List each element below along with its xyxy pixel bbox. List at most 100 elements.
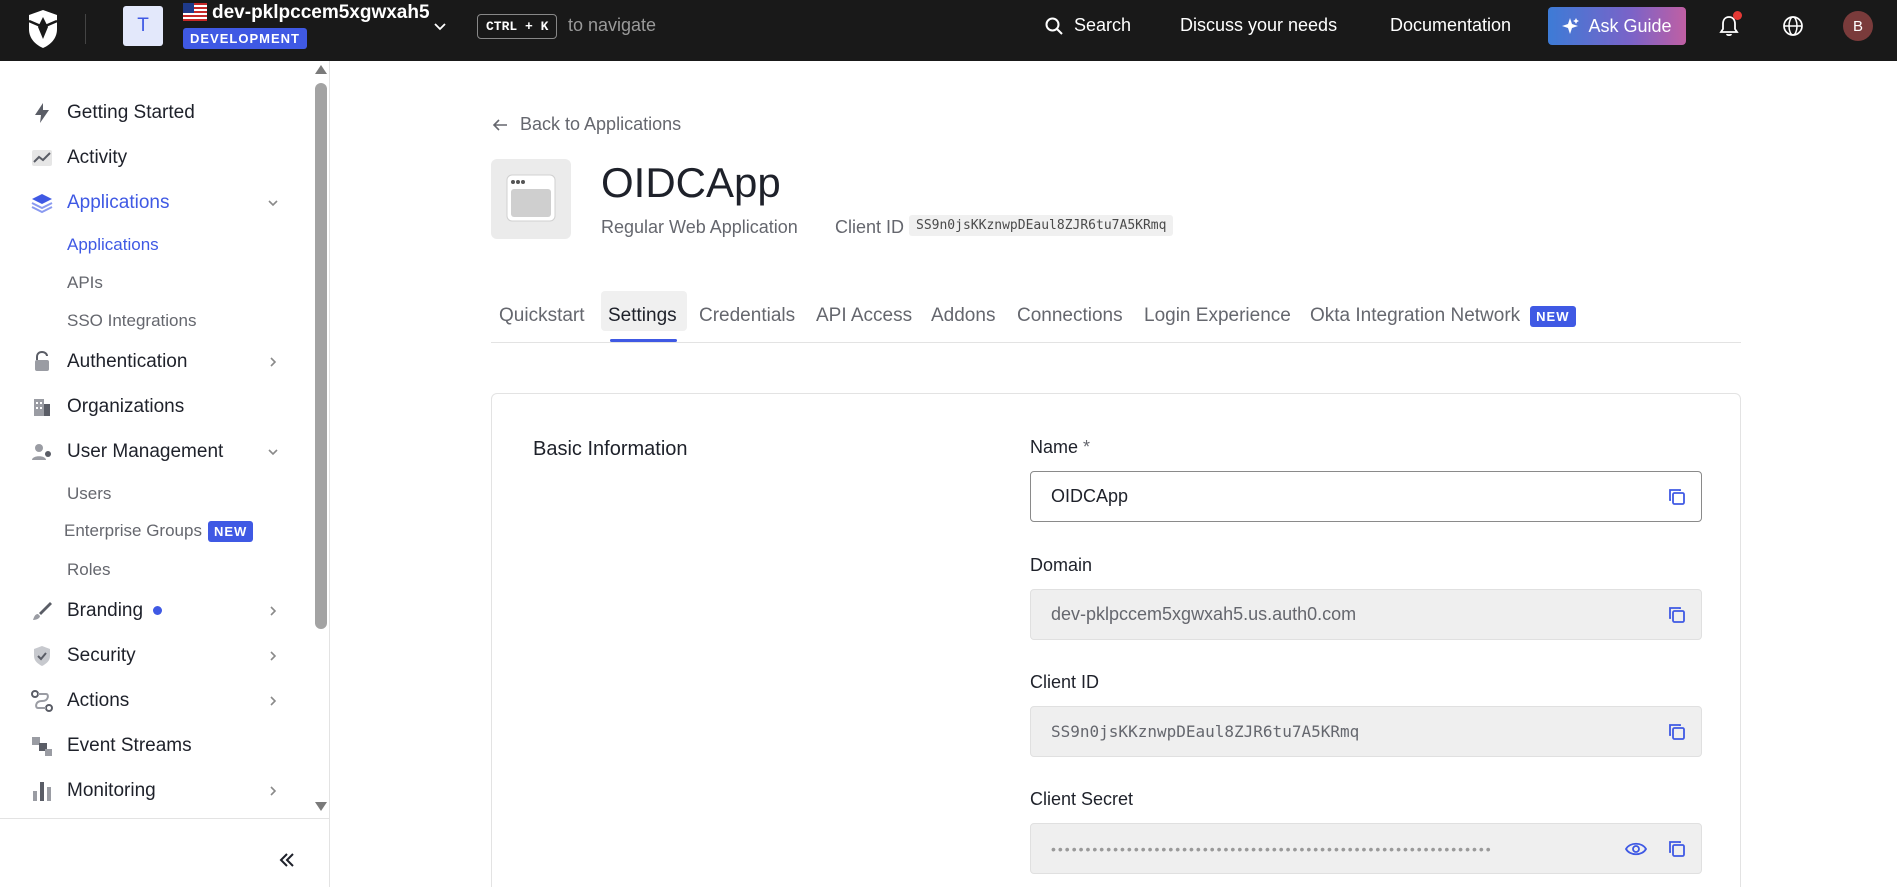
sidebar-item-authentication[interactable]: Authentication — [0, 342, 300, 382]
sidebar-subitem-roles[interactable]: Roles — [67, 560, 110, 580]
sidebar-item-security[interactable]: Security — [0, 636, 300, 676]
chevron-down-icon[interactable] — [266, 196, 280, 210]
layers-icon — [31, 194, 53, 214]
back-label: Back to Applications — [520, 114, 682, 134]
globe-icon[interactable] — [1782, 15, 1804, 37]
scrollbar-thumb[interactable] — [315, 83, 327, 629]
back-to-applications-link[interactable]: Back to Applications — [492, 114, 681, 135]
building-icon — [34, 399, 50, 416]
domain-field[interactable]: dev-pklpccem5xgwxah5.us.auth0.com — [1030, 589, 1702, 640]
search-button[interactable]: Search — [1074, 15, 1131, 36]
client-id-chip[interactable]: SS9n0jsKKznwpDEaul8ZJR6tu7A5KRmq — [909, 215, 1174, 236]
copy-icon[interactable] — [1667, 722, 1687, 742]
event-streams-icon — [32, 737, 52, 756]
sidebar-item-activity[interactable]: Activity — [0, 138, 300, 178]
sidebar-item-user-management[interactable]: User Management — [0, 432, 300, 472]
sidebar-item-applications[interactable]: Applications — [0, 183, 300, 223]
tab-addons[interactable]: Addons — [931, 291, 995, 341]
eye-icon[interactable] — [1625, 839, 1647, 859]
chevron-down-icon[interactable] — [432, 18, 448, 34]
tab-okta-integration-network[interactable]: Okta Integration Network NEW — [1310, 291, 1576, 341]
ask-guide-label: Ask Guide — [1588, 15, 1672, 36]
copy-icon[interactable] — [1667, 839, 1687, 859]
tab-credentials[interactable]: Credentials — [699, 291, 795, 341]
sidebar-subitem-label: Enterprise Groups — [64, 521, 202, 540]
sidebar-item-getting-started[interactable]: Getting Started — [0, 93, 300, 133]
client-secret-field[interactable]: ••••••••••••••••••••••••••••••••••••••••… — [1030, 823, 1702, 874]
arrow-left-icon — [492, 118, 507, 131]
app-icon — [491, 159, 571, 239]
chevron-right-icon[interactable] — [266, 784, 280, 798]
client-id-label: Client ID — [835, 217, 905, 237]
lock-icon — [35, 350, 49, 371]
us-flag-icon — [183, 3, 207, 21]
page-title: OIDCApp — [601, 159, 781, 206]
name-field[interactable] — [1030, 471, 1702, 522]
copy-icon[interactable] — [1667, 487, 1687, 507]
new-badge: NEW — [207, 521, 254, 543]
shortcut-key: CTRL + K — [477, 14, 558, 39]
tab-login-experience[interactable]: Login Experience — [1144, 291, 1291, 341]
ask-guide-button[interactable]: Ask Guide — [1548, 7, 1686, 45]
user-avatar[interactable]: B — [1843, 11, 1873, 41]
sidebar-subitem-apis[interactable]: APIs — [67, 273, 103, 293]
sidebar-item-label: User Management — [67, 441, 224, 462]
client-id-value: SS9n0jsKKznwpDEaul8ZJR6tu7A5KRmq — [1051, 722, 1360, 741]
collapse-sidebar-icon[interactable] — [276, 849, 298, 871]
chevron-down-icon[interactable] — [266, 445, 280, 459]
chevron-right-icon[interactable] — [266, 649, 280, 663]
flow-icon — [31, 690, 53, 712]
basic-information-card: Basic Information Name * Domain dev-pklp… — [491, 393, 1741, 887]
main-content: Back to Applications OIDCApp Regular Web… — [331, 61, 1897, 887]
sidebar-item-label: Actions — [67, 690, 130, 711]
tab-connections[interactable]: Connections — [1017, 291, 1123, 341]
sidebar-item-organizations[interactable]: Organizations — [0, 387, 300, 427]
scroll-down-arrow-icon[interactable] — [315, 802, 327, 811]
sparkle-icon — [1562, 18, 1580, 34]
sidebar-item-actions[interactable]: Actions — [0, 681, 300, 721]
client-id-field[interactable]: SS9n0jsKKznwpDEaul8ZJR6tu7A5KRmq — [1030, 706, 1702, 757]
sidebar: Getting Started Activity Applications Ap… — [0, 61, 330, 887]
browser-window-icon — [506, 174, 556, 222]
sidebar-subitem-applications[interactable]: Applications — [67, 235, 159, 255]
sidebar-item-label: Event Streams — [67, 735, 192, 756]
sidebar-item-label: Authentication — [67, 351, 188, 372]
tenant-name[interactable]: dev-pklpccem5xgwxah5 — [212, 2, 430, 24]
copy-icon[interactable] — [1667, 605, 1687, 625]
search-icon[interactable] — [1044, 16, 1064, 36]
name-input[interactable] — [1051, 486, 1611, 507]
tab-api-access[interactable]: API Access — [816, 291, 912, 341]
sidebar-item-monitoring[interactable]: Monitoring — [0, 771, 300, 811]
lightning-icon — [35, 103, 49, 123]
chevron-right-icon[interactable] — [266, 355, 280, 369]
scroll-up-arrow-icon[interactable] — [315, 65, 327, 74]
sidebar-item-event-streams[interactable]: Event Streams — [0, 726, 300, 766]
new-badge: NEW — [1530, 305, 1576, 327]
update-dot — [153, 606, 163, 616]
bar-chart-icon — [33, 782, 51, 801]
sidebar-item-label: Applications — [67, 192, 170, 213]
sidebar-item-label: Security — [67, 645, 136, 666]
tab-label: Okta Integration Network — [1310, 305, 1521, 326]
sidebar-item-label: Monitoring — [67, 780, 156, 801]
sidebar-subitem-enterprise-groups[interactable]: Enterprise Groups NEW — [64, 521, 254, 543]
tenant-avatar[interactable]: T — [123, 6, 163, 46]
shield-icon — [34, 646, 50, 666]
sidebar-subitem-sso-integrations[interactable]: SSO Integrations — [67, 311, 196, 331]
sidebar-item-branding[interactable]: Branding — [0, 591, 300, 631]
branding-label: Branding — [67, 600, 144, 621]
notification-dot — [1733, 11, 1742, 20]
chevron-right-icon[interactable] — [266, 604, 280, 618]
sidebar-subitem-users[interactable]: Users — [67, 484, 111, 504]
documentation-link[interactable]: Documentation — [1390, 15, 1511, 36]
auth0-logo-icon[interactable] — [26, 9, 60, 49]
sidebar-footer-divider — [0, 818, 329, 819]
chevron-right-icon[interactable] — [266, 694, 280, 708]
app-type: Regular Web Application — [601, 217, 798, 237]
sidebar-item-label: Branding — [67, 600, 163, 622]
brush-icon — [33, 602, 52, 620]
discuss-needs-link[interactable]: Discuss your needs — [1180, 15, 1337, 36]
tab-settings[interactable]: Settings — [608, 291, 677, 341]
name-label: Name * — [1030, 437, 1090, 458]
tab-quickstart[interactable]: Quickstart — [499, 291, 585, 341]
